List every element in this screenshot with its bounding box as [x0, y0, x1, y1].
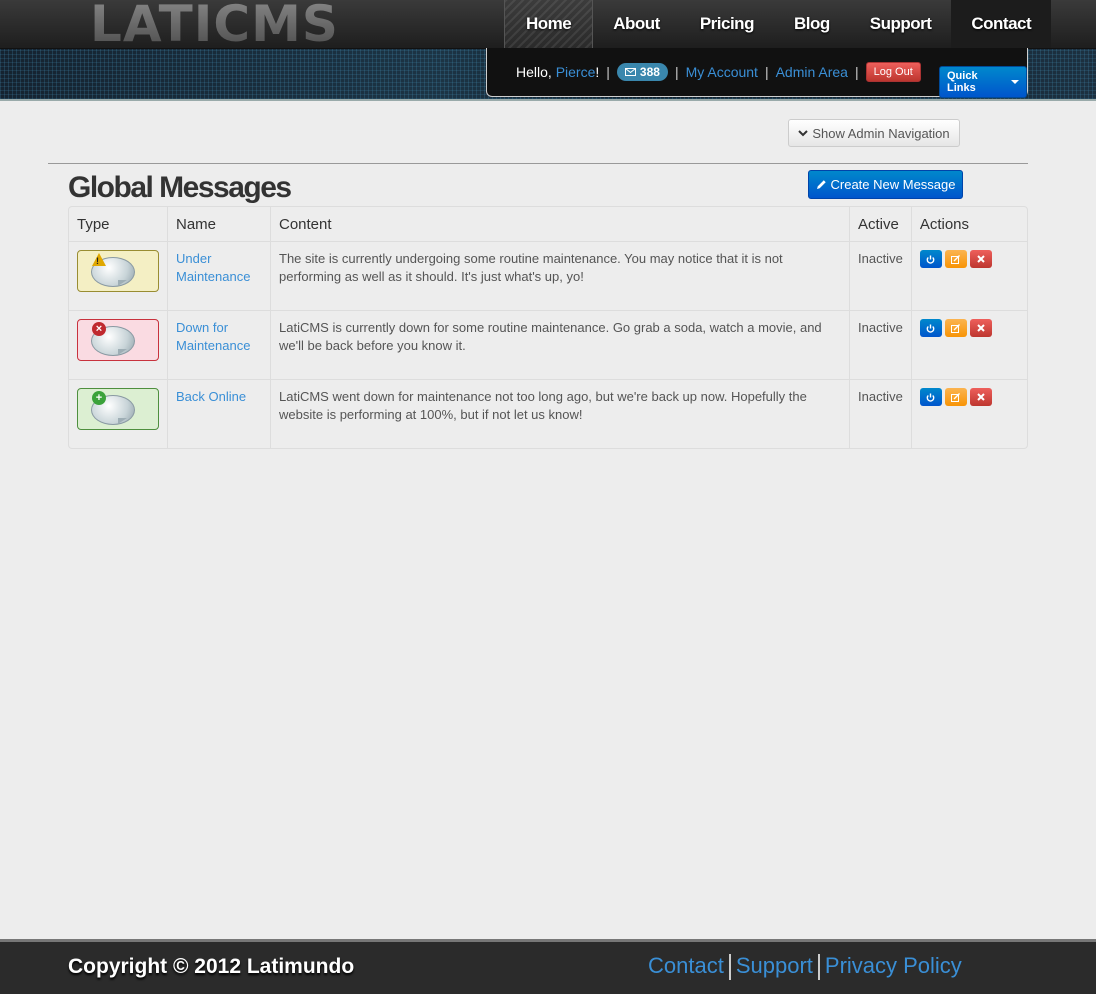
- greeting: Hello, Pierce!: [516, 64, 600, 80]
- delete-button[interactable]: [969, 388, 992, 406]
- table-row: × Down for Maintenance LatiCMS is curren…: [69, 310, 1027, 379]
- edit-button[interactable]: [944, 319, 967, 337]
- nav-pricing[interactable]: Pricing: [680, 0, 774, 48]
- name-cell: Down for Maintenance: [167, 310, 270, 379]
- caret-down-icon: [1011, 80, 1019, 84]
- footer: Copyright © 2012 Latimundo Contact Suppo…: [0, 939, 1096, 994]
- footer-link-contact[interactable]: Contact: [648, 953, 729, 980]
- edit-icon: [951, 392, 961, 402]
- close-icon: [977, 393, 985, 401]
- edit-icon: [951, 323, 961, 333]
- quick-links-dropdown[interactable]: Quick Links: [939, 66, 1027, 98]
- nav-home[interactable]: Home: [504, 0, 594, 48]
- footer-link-support[interactable]: Support: [731, 953, 818, 980]
- main-nav: Home About Pricing Blog Support Contact: [504, 0, 1052, 48]
- messages-table: Type Name Content Active Actions ! Under…: [68, 206, 1028, 449]
- edit-button[interactable]: [944, 250, 967, 268]
- actions-cell: [910, 310, 1027, 379]
- warning-type-badge: !: [77, 250, 159, 292]
- close-icon: [977, 255, 985, 263]
- error-icon: ×: [92, 322, 106, 336]
- content-cell: LatiCMS went down for maintenance not to…: [270, 379, 849, 448]
- active-cell: Inactive: [849, 379, 911, 448]
- logout-button[interactable]: Log Out: [865, 62, 921, 82]
- pencil-icon: [816, 180, 826, 189]
- messages-badge[interactable]: 388: [616, 63, 668, 81]
- nav-blog[interactable]: Blog: [774, 0, 850, 48]
- toggle-active-button[interactable]: [919, 250, 942, 268]
- separator: |: [606, 64, 610, 80]
- message-name-link[interactable]: Back Online: [176, 389, 246, 404]
- power-icon: [926, 393, 935, 402]
- copyright-text: Copyright © 2012 Latimundo: [68, 955, 355, 978]
- plus-icon: +: [92, 391, 106, 405]
- power-icon: [926, 255, 935, 264]
- top-bar: LATICMS Home About Pricing Blog Support …: [0, 0, 1096, 52]
- table-row: ! Under Maintenance The site is currentl…: [69, 241, 1027, 310]
- column-header-active: Active: [849, 207, 911, 241]
- admin-area-link[interactable]: Admin Area: [776, 64, 848, 80]
- separator: |: [854, 64, 859, 80]
- nav-about[interactable]: About: [593, 0, 680, 48]
- table-header-row: Type Name Content Active Actions: [69, 207, 1027, 241]
- toggle-active-button[interactable]: [919, 388, 942, 406]
- envelope-icon: [624, 68, 636, 76]
- show-admin-navigation-button[interactable]: Show Admin Navigation: [788, 119, 960, 147]
- power-icon: [926, 324, 935, 333]
- type-cell: +: [69, 379, 167, 448]
- column-header-name: Name: [167, 207, 270, 241]
- footer-link-privacy-policy[interactable]: Privacy Policy: [820, 953, 967, 980]
- delete-button[interactable]: [969, 319, 992, 337]
- type-cell: ×: [69, 310, 167, 379]
- actions-cell: [910, 241, 1027, 310]
- delete-button[interactable]: [969, 250, 992, 268]
- type-cell: !: [69, 241, 167, 310]
- success-type-badge: +: [77, 388, 159, 430]
- nav-support[interactable]: Support: [850, 0, 952, 48]
- name-cell: Under Maintenance: [167, 241, 270, 310]
- chevron-down-icon: [798, 130, 809, 137]
- active-cell: Inactive: [849, 241, 911, 310]
- footer-links: Contact Support Privacy Policy: [648, 953, 967, 980]
- my-account-link[interactable]: My Account: [686, 64, 758, 80]
- warning-icon: !: [92, 253, 106, 266]
- content-cell: The site is currently undergoing some ro…: [270, 241, 849, 310]
- divider: [48, 163, 1028, 164]
- separator: |: [764, 64, 769, 80]
- edit-button[interactable]: [944, 388, 967, 406]
- user-bar: Hello, Pierce! | 388 | My Account | Admi…: [486, 48, 1028, 98]
- edit-icon: [951, 254, 961, 264]
- actions-cell: [910, 379, 1027, 448]
- page-title: Global Messages: [68, 171, 292, 204]
- error-type-badge: ×: [77, 319, 159, 361]
- toggle-active-button[interactable]: [919, 319, 942, 337]
- active-cell: Inactive: [849, 310, 911, 379]
- site-logo[interactable]: LATICMS: [90, 0, 339, 52]
- nav-contact[interactable]: Contact: [951, 0, 1052, 48]
- name-cell: Back Online: [167, 379, 270, 448]
- create-new-message-button[interactable]: Create New Message: [808, 170, 963, 199]
- column-header-actions: Actions: [910, 207, 1027, 241]
- message-name-link[interactable]: Down for Maintenance: [176, 320, 250, 353]
- column-header-type: Type: [77, 216, 110, 233]
- username-link[interactable]: Pierce: [556, 64, 596, 80]
- message-name-link[interactable]: Under Maintenance: [176, 251, 250, 284]
- content-cell: LatiCMS is currently down for some routi…: [270, 310, 849, 379]
- table-row: + Back Online LatiCMS went down for main…: [69, 379, 1027, 448]
- close-icon: [977, 324, 985, 332]
- column-header-content: Content: [270, 207, 849, 241]
- separator: |: [674, 64, 679, 80]
